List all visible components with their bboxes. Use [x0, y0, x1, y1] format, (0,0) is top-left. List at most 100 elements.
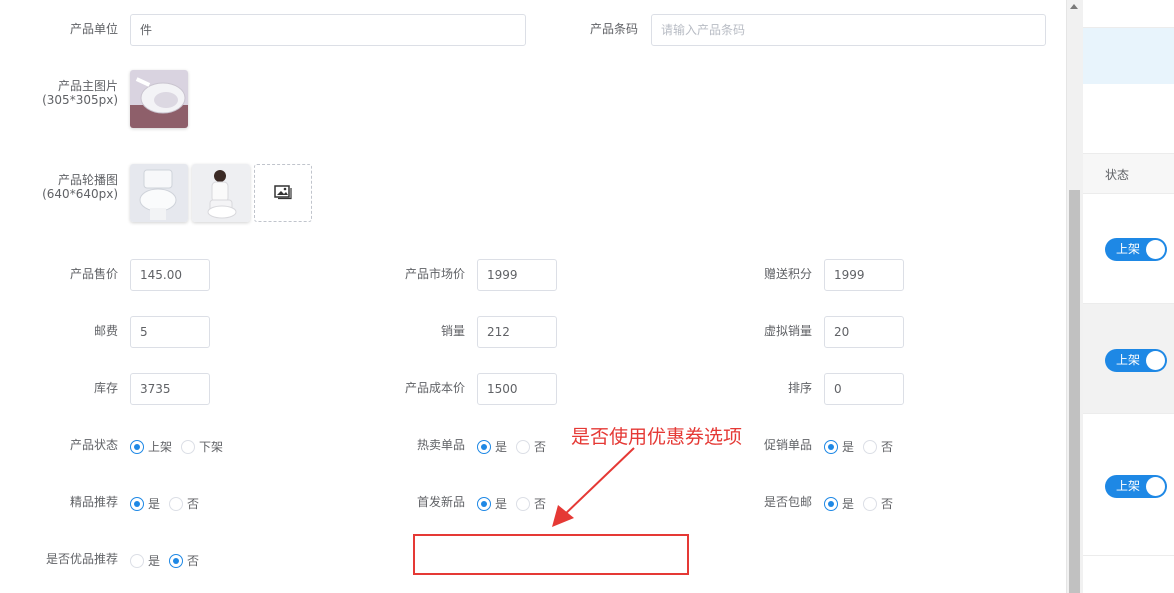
main-image-size-hint: (305*305px) — [42, 93, 118, 107]
radio-circle[interactable] — [516, 496, 531, 511]
upload-image-button[interactable] — [254, 164, 312, 222]
status-toggle[interactable]: 上架 — [1105, 349, 1167, 372]
premium-label: 是否优品推荐 — [45, 552, 118, 566]
list-row — [1083, 84, 1174, 154]
radio-label: 下架 — [199, 440, 224, 454]
free_ship-radio-option[interactable]: 否 — [863, 495, 893, 512]
radio-label: 是 — [495, 497, 508, 511]
featured-radio-option[interactable]: 是 — [130, 495, 160, 512]
price-label: 产品售价 — [69, 267, 118, 281]
stock-input[interactable]: 3735 — [130, 373, 210, 405]
status-toggle[interactable]: 上架 — [1105, 475, 1167, 498]
market-price-label: 产品市场价 — [404, 267, 465, 281]
radio-circle[interactable] — [130, 553, 144, 568]
table-header: 状态 — [1083, 154, 1174, 194]
radio-label: 否 — [187, 497, 200, 511]
carousel-size-hint: (640*640px) — [42, 187, 118, 201]
points-input[interactable]: 1999 — [824, 259, 904, 291]
list-row — [1083, 0, 1174, 28]
free_ship-radio-option[interactable]: 是 — [824, 495, 854, 512]
status-column-header: 状态 — [1105, 168, 1130, 182]
price-input[interactable]: 145.00 — [130, 259, 210, 291]
radio-label: 是 — [148, 497, 161, 511]
radio-circle[interactable] — [863, 439, 878, 454]
radio-circle[interactable] — [863, 496, 878, 511]
barcode-label: 产品条码 — [589, 22, 638, 36]
carousel-label: 产品轮播图 (640*640px) — [30, 173, 118, 201]
barcode-input[interactable]: 请输入产品条码 — [651, 14, 1046, 46]
radio-circle[interactable] — [130, 496, 144, 511]
product-edit-form: 产品单位 件 产品条码 请输入产品条码 产品主图片 (305*305px) 产品… — [0, 0, 1066, 593]
hot-radio-option[interactable]: 是 — [477, 438, 507, 455]
radio-circle[interactable] — [181, 439, 196, 454]
market-price-input[interactable]: 1999 — [477, 259, 557, 291]
radio-circle[interactable] — [169, 496, 184, 511]
radio-circle[interactable] — [169, 553, 184, 568]
carousel-image-1[interactable] — [130, 164, 188, 222]
radio-circle[interactable] — [477, 439, 491, 454]
radio-circle[interactable] — [130, 439, 144, 454]
scrollbar-thumb[interactable] — [1069, 190, 1080, 593]
radio-label: 是 — [495, 440, 508, 454]
sort-input[interactable]: 0 — [824, 373, 904, 405]
virtual-sales-input[interactable]: 20 — [824, 316, 904, 348]
annotation-highlight-box — [413, 534, 689, 575]
premium-radio-group: 是否 — [130, 552, 208, 569]
radio-circle[interactable] — [516, 439, 531, 454]
virtual-sales-label: 虚拟销量 — [763, 324, 812, 338]
promo-radio-option[interactable]: 否 — [863, 438, 893, 455]
list-row-highlighted — [1083, 28, 1174, 84]
radio-circle[interactable] — [824, 439, 838, 454]
toggle-knob — [1146, 351, 1165, 370]
radio-label: 否 — [187, 554, 200, 568]
postage-input[interactable]: 5 — [130, 316, 210, 348]
toggle-label: 上架 — [1116, 479, 1141, 493]
status-radio-group: 上架 下架 — [130, 438, 232, 455]
cost-input[interactable]: 1500 — [477, 373, 557, 405]
free-ship-label: 是否包邮 — [763, 495, 812, 509]
sort-label: 排序 — [787, 381, 812, 395]
sales-input[interactable]: 212 — [477, 316, 557, 348]
sales-label: 销量 — [440, 324, 465, 338]
featured-radio-option[interactable]: 否 — [169, 495, 199, 512]
cost-label: 产品成本价 — [404, 381, 465, 395]
featured-radio-group: 是否 — [130, 495, 208, 512]
status-toggle[interactable]: 上架 — [1105, 238, 1167, 261]
new-radio-option[interactable]: 是 — [477, 495, 507, 512]
image-icon — [274, 184, 292, 203]
featured-label: 精品推荐 — [69, 495, 118, 509]
hot-label: 热卖单品 — [416, 438, 465, 452]
unit-label: 产品单位 — [69, 22, 118, 36]
radio-label: 否 — [881, 497, 894, 511]
annotation-arrow — [552, 447, 635, 527]
main-image-label: 产品主图片 (305*305px) — [30, 79, 118, 107]
scroll-up-arrow-icon[interactable] — [1070, 4, 1078, 9]
main-image-thumbnail[interactable] — [130, 70, 188, 128]
radio-circle[interactable] — [824, 496, 838, 511]
table-row: 上架 — [1083, 304, 1174, 414]
carousel-image-2[interactable] — [192, 164, 250, 222]
status-label: 产品状态 — [69, 438, 118, 452]
table-row: 上架 — [1083, 194, 1174, 304]
status-radio-option[interactable]: 下架 — [181, 438, 223, 455]
status-radio-option[interactable]: 上架 — [130, 438, 172, 455]
free-ship-radio-group: 是否 — [824, 495, 902, 512]
unit-input[interactable]: 件 — [130, 14, 526, 46]
toggle-knob — [1146, 477, 1165, 496]
main-image-label-text: 产品主图片 — [57, 79, 118, 93]
toggle-label: 上架 — [1116, 353, 1141, 367]
radio-label: 上架 — [148, 440, 173, 454]
premium-radio-option[interactable]: 是 — [130, 552, 160, 569]
carousel-label-text: 产品轮播图 — [57, 173, 118, 187]
toggle-label: 上架 — [1116, 242, 1141, 256]
premium-radio-option[interactable]: 否 — [169, 552, 199, 569]
radio-label: 是 — [842, 497, 855, 511]
promo-label: 促销单品 — [763, 438, 812, 452]
radio-label: 否 — [881, 440, 894, 454]
radio-circle[interactable] — [477, 496, 491, 511]
promo-radio-option[interactable]: 是 — [824, 438, 854, 455]
points-label: 赠送积分 — [763, 267, 812, 281]
new-label: 首发新品 — [416, 495, 465, 509]
table-row: 上架 — [1083, 414, 1174, 556]
background-list-panel: 状态 上架 上架 上架 — [1083, 0, 1174, 593]
